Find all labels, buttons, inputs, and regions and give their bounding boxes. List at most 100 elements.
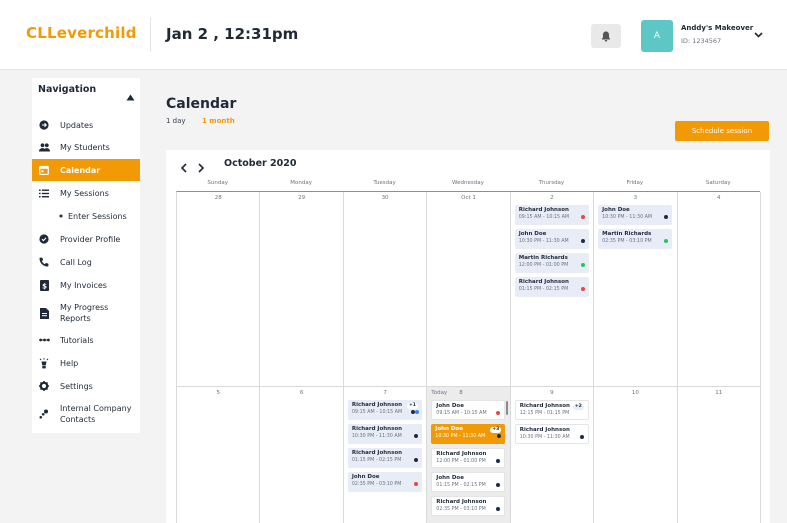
sidebar-collapse-toggle[interactable]: [126, 86, 136, 101]
event-name: Richard Johnson: [519, 427, 570, 433]
event-time: 09:15 AM - 10:15 AM: [518, 215, 570, 220]
list-icon: [38, 187, 50, 199]
top-header: CLLeverchild Jan 2 , 12:31pm A Anddy's M…: [0, 0, 787, 70]
next-month-button[interactable]: [197, 158, 209, 173]
sidebar-item-my-progress-reports[interactable]: My Progress Reports: [32, 299, 140, 327]
event-card[interactable]: Richard Johnson 01:15 PM - 02:15 PM: [347, 448, 422, 468]
sidebar-item-label: Calendar: [60, 165, 101, 175]
weekday-label: Tuesday: [373, 180, 396, 186]
schedule-session-button[interactable]: Schedule session: [675, 121, 769, 141]
weekday-header: Sunday Monday Tuesday Wednesday Thursday…: [176, 180, 760, 190]
event-card-selected[interactable]: John Doe 10:30 PM - 11:30 AM +3: [431, 424, 506, 444]
lightbulb-icon: [38, 357, 50, 369]
event-card[interactable]: John Doe 09:15 AM - 10:15 AM: [431, 400, 506, 420]
day-number: 30: [381, 195, 389, 201]
day-scrollbar[interactable]: [506, 401, 509, 415]
event-name: Martin Richards: [518, 255, 568, 261]
event-name: Richard Johnson: [351, 426, 403, 432]
bullet-icon: [58, 210, 64, 222]
day-number: Oct 1: [461, 195, 476, 201]
event-card[interactable]: Richard Johnson 12:15 PM - 01:15 PM +2: [514, 400, 589, 420]
event-time: 02:35 PM - 03:10 PM: [436, 507, 486, 512]
sidebar-item-label: My Invoices: [60, 280, 107, 290]
avatar[interactable]: A: [641, 20, 673, 52]
day-cell[interactable]: 6: [260, 387, 344, 523]
event-card[interactable]: Richard Johnson 09:15 AM - 10:15 AM +1: [347, 400, 422, 420]
sidebar-item-enter-sessions[interactable]: Enter Sessions: [32, 205, 140, 227]
event-card[interactable]: Martin Richards 12:00 PM - 01:00 PM: [514, 253, 589, 273]
event-card[interactable]: John Doe 10:30 PM - 11:30 AM: [514, 229, 589, 249]
view-toggle-month[interactable]: 1 month: [202, 117, 235, 125]
view-toggle-day[interactable]: 1 day: [166, 117, 186, 125]
app-logo[interactable]: CLLeverchild: [26, 24, 137, 42]
more-events-badge[interactable]: +1: [406, 403, 418, 409]
event-name: Richard Johnson: [518, 279, 569, 285]
chevron-left-icon: [180, 163, 187, 173]
prev-month-button[interactable]: [180, 158, 192, 173]
event-card[interactable]: John Doe 02:35 PM - 03:10 PM: [347, 472, 422, 492]
event-card[interactable]: Richard Johnson 09:15 AM - 10:15 AM: [514, 205, 589, 225]
status-dot: [580, 239, 585, 243]
event-card[interactable]: John Doe 01:15 PM - 02:15 PM: [431, 472, 506, 492]
month-navigation: [180, 158, 210, 173]
event-time: 10:30 PM - 11:30 AM: [435, 434, 486, 439]
day-cell[interactable]: 10: [594, 387, 678, 523]
sidebar-item-help[interactable]: Help: [32, 352, 140, 374]
today-date: 8: [459, 390, 463, 396]
event-card[interactable]: Richard Johnson 10:30 PM - 11:30 AM: [514, 424, 589, 444]
status-dot: [580, 215, 585, 219]
weekday-label: Monday: [290, 180, 312, 186]
calendar-panel: October 2020 Sunday Monday Tuesday Wedne…: [166, 150, 770, 523]
user-menu-toggle[interactable]: [752, 30, 764, 40]
event-card[interactable]: Martin Richards 02:35 PM - 03:10 PM: [598, 229, 673, 249]
sidebar-item-updates[interactable]: Updates: [32, 114, 140, 136]
day-cell[interactable]: 30: [343, 192, 428, 387]
sidebar-item-my-sessions[interactable]: My Sessions: [32, 182, 140, 204]
sidebar-item-calendar[interactable]: Calendar: [32, 159, 140, 181]
sidebar-item-tutorials[interactable]: Tutorials: [32, 329, 140, 351]
event-time: 09:15 AM - 10:15 AM: [351, 410, 403, 415]
more-events-badge[interactable]: +2: [572, 404, 584, 410]
more-events-badge[interactable]: +3: [490, 427, 502, 433]
sidebar-item-internal-company-contacts[interactable]: Internal Company Contacts: [32, 400, 140, 428]
day-cell[interactable]: 28: [177, 192, 261, 387]
day-cell[interactable]: 2 Richard Johnson 09:15 AM - 10:15 AM Joh…: [510, 192, 595, 387]
day-number: 29: [298, 195, 306, 201]
event-name: Martin Richards: [602, 231, 652, 237]
day-number: 9: [550, 390, 554, 396]
sidebar-item-label: Internal Company Contacts: [60, 404, 132, 424]
day-number: 5: [216, 390, 220, 396]
users-icon: [38, 141, 50, 153]
sidebar-title: Navigation: [38, 84, 97, 95]
day-cell[interactable]: 4: [677, 192, 761, 387]
event-name: Richard Johnson: [436, 451, 487, 457]
day-cell[interactable]: 7 Richard Johnson 09:15 AM - 10:15 AM +1 R…: [344, 387, 428, 523]
weekday-label: Wednesday: [452, 180, 484, 186]
event-card[interactable]: Richard Johnson 01:15 PM - 02:15 PM: [514, 277, 589, 297]
event-card[interactable]: Richard Johnson 10:30 PM - 11:30 AM: [347, 424, 422, 444]
day-cell[interactable]: Oct 1: [427, 192, 511, 387]
event-name: John Doe: [518, 231, 547, 237]
sidebar-item-my-invoices[interactable]: $ My Invoices: [32, 274, 140, 296]
sidebar-item-my-students[interactable]: My Students: [32, 136, 140, 158]
sidebar-item-label: Updates: [60, 120, 94, 130]
event-card[interactable]: Richard Johnson 12:00 PM - 01:00 PM: [431, 448, 506, 468]
dots-icon: [38, 334, 50, 346]
event-card[interactable]: Richard Johnson 02:35 PM - 03:10 PM: [431, 496, 506, 516]
day-cell[interactable]: 3 John Doe 10:30 PM - 11:30 AM Martin Ric…: [594, 192, 678, 387]
notifications-button[interactable]: [591, 24, 621, 48]
day-cell[interactable]: 29: [260, 192, 344, 387]
sidebar-item-settings[interactable]: Settings: [32, 375, 140, 397]
sidebar-item-provider-profile[interactable]: Provider Profile: [32, 228, 140, 250]
day-cell[interactable]: 9 Richard Johnson 12:15 PM - 01:15 PM +2 R…: [511, 387, 595, 523]
event-card[interactable]: John Doe 10:30 PM - 11:30 AM: [598, 205, 673, 225]
day-cell[interactable]: 5: [177, 387, 261, 523]
day-number: 3: [633, 195, 638, 201]
weekday-label: Sunday: [207, 180, 228, 186]
day-cell-today[interactable]: Today 8 John Doe 09:15 AM - 10:15 AM John …: [427, 387, 511, 523]
event-name: John Doe: [602, 207, 630, 213]
day-cell[interactable]: 11: [678, 387, 761, 523]
current-datetime: Jan 2 , 12:31pm: [166, 25, 299, 43]
sidebar-item-call-log[interactable]: Call Log: [32, 251, 140, 273]
phone-icon: [38, 256, 50, 268]
